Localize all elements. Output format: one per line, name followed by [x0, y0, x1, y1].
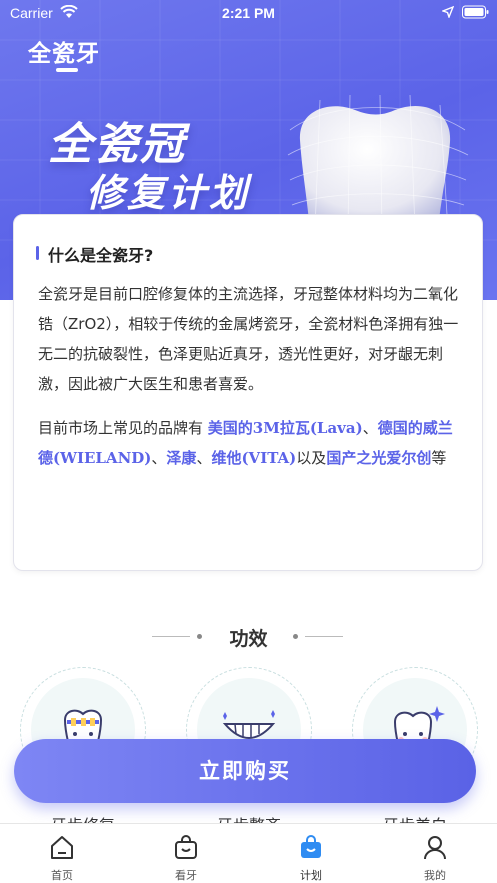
home-icon: [51, 836, 73, 859]
status-time: 2:21 PM: [222, 5, 275, 21]
buy-now-button[interactable]: 立即购买: [14, 739, 476, 803]
brand-link-vita[interactable]: 维他(VITA): [211, 449, 296, 467]
tab-label-plan: 计划: [300, 869, 322, 882]
brands-prefix: 目前市场上常见的品牌有: [38, 419, 208, 437]
battery-icon: [462, 5, 489, 19]
separator: 、: [151, 449, 167, 467]
hero-title-line2: 修复计划: [86, 171, 251, 215]
brand-link-domestic[interactable]: 国产之光爱尔创: [326, 449, 431, 467]
brand-link-lava[interactable]: 美国的3M拉瓦(Lava): [208, 419, 363, 437]
intro-card-heading: 什么是全瓷牙?: [48, 246, 154, 265]
user-icon: [424, 836, 446, 860]
bag-icon: [175, 835, 197, 859]
tab-home[interactable]: 首页: [0, 824, 124, 883]
tab-plan[interactable]: 计划: [249, 824, 373, 883]
brands-paragraph: 目前市场上常见的品牌有 美国的3M拉瓦(Lava)、德国的威兰德(WIELAND…: [38, 413, 463, 473]
tab-label-home: 首页: [51, 869, 73, 882]
separator: 以及: [296, 449, 327, 467]
tab-label-mine: 我的: [424, 869, 446, 882]
brands-suffix: 等: [431, 449, 447, 467]
intro-card: 什么是全瓷牙? 全瓷牙是目前口腔修复体的主流选择，牙冠整体材料均为二氧化锆（Zr…: [13, 214, 483, 571]
location-arrow-icon: [442, 6, 454, 18]
separator: 、: [196, 449, 212, 467]
brand-link-zekang[interactable]: 泽康: [166, 449, 196, 467]
tab-mine[interactable]: 我的: [373, 824, 497, 883]
tab-dental[interactable]: 看牙: [124, 824, 248, 883]
separator: 、: [362, 419, 378, 437]
effects-section-title: 功效: [229, 628, 268, 650]
status-bar: Carrier 2:21 PM: [0, 0, 497, 26]
plan-bag-icon: [301, 835, 321, 858]
section-divider-right: [305, 636, 343, 637]
brand-underline: [56, 68, 78, 72]
section-dot-right: [293, 634, 298, 639]
bottom-tab-bar: 首页 看牙 计划 我的: [0, 823, 497, 883]
intro-paragraph: 全瓷牙是目前口腔修复体的主流选择，牙冠整体材料均为二氧化锆（ZrO2），相较于传…: [38, 285, 459, 393]
heading-accent-bar: [36, 246, 39, 260]
tooth-illustration: [287, 94, 469, 230]
brand-title: 全瓷牙: [28, 41, 100, 67]
tab-label-dental: 看牙: [175, 869, 197, 882]
